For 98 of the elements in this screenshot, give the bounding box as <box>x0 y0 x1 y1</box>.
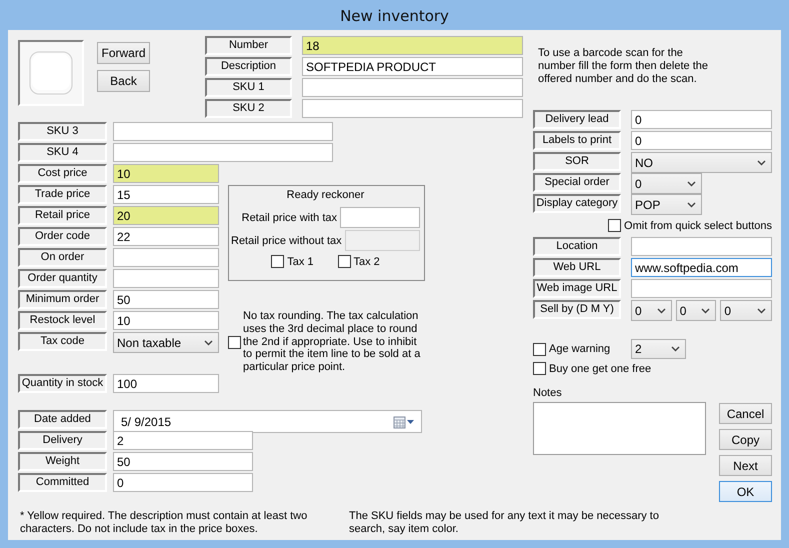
dropdown[interactable]: 0 <box>676 300 716 321</box>
panel-title: Ready reckoner <box>286 189 366 201</box>
field-label: Web URL <box>533 258 621 277</box>
field-label: Sell by (D M Y) <box>533 300 621 319</box>
field-label: Delivery lead <box>533 110 621 129</box>
rounded-square-icon <box>27 49 75 97</box>
input-field[interactable]: 22 <box>113 227 219 246</box>
input-field[interactable] <box>302 99 523 118</box>
action-button[interactable]: Next <box>719 455 772 476</box>
action-button[interactable]: Cancel <box>719 403 772 424</box>
field-label: Labels to print <box>533 131 621 150</box>
chevron-icon <box>671 346 680 352</box>
field-label: Quantity in stock <box>18 374 107 393</box>
dropdown[interactable]: 2 <box>631 339 686 359</box>
checkbox-label[interactable]: No tax rounding. The tax calculation uses the 3rd decimal place to round the 2nd if appropriate. Use to inhibit to permit the item line to be sold at a particular price point. <box>243 310 425 374</box>
input-field[interactable] <box>302 78 523 97</box>
field-label: Description <box>205 57 292 76</box>
input-field[interactable]: 10 <box>113 311 219 330</box>
checkbox[interactable] <box>533 342 546 356</box>
field-label: Number <box>205 36 292 55</box>
input-field[interactable]: SOFTPEDIA PRODUCT <box>302 57 523 76</box>
chevron-icon <box>656 308 666 314</box>
input-field[interactable] <box>113 143 333 162</box>
field-label: Order quantity <box>18 269 107 288</box>
footnote-text: The SKU fields may be used for any text it may be necessary to search, say item color. <box>349 510 660 536</box>
field-label: Web image URL <box>533 279 621 298</box>
checkbox-label[interactable]: Buy one get one free <box>549 362 652 374</box>
field-label: SOR <box>533 152 621 171</box>
checkbox-label[interactable]: Omit from quick select buttons <box>624 220 772 232</box>
dropdown[interactable]: Non taxable <box>113 332 219 353</box>
field-label: Delivery <box>18 431 107 450</box>
input-field[interactable] <box>113 269 219 288</box>
chevron-icon <box>701 308 710 314</box>
input-field[interactable]: 20 <box>113 206 219 225</box>
field-label: Retail price <box>18 206 107 225</box>
field-label: Tax code <box>18 332 107 351</box>
checkbox-label[interactable]: Tax 2 <box>354 256 380 268</box>
field-label: Weight <box>18 452 107 471</box>
checkbox[interactable] <box>608 219 622 232</box>
field-label: Restock level <box>18 311 107 330</box>
input-field[interactable] <box>631 279 772 298</box>
field-label: Order code <box>18 227 107 246</box>
checkbox[interactable] <box>271 255 284 268</box>
field-label: Minimum order <box>18 290 107 309</box>
field-label: Retail price with tax <box>242 212 337 224</box>
input-field[interactable]: 100 <box>113 374 219 393</box>
dropdown[interactable]: 0 <box>720 300 772 321</box>
field-label: Retail price without tax <box>231 234 342 246</box>
dropdown[interactable]: NO <box>631 152 772 173</box>
field-label: Display category <box>533 194 621 213</box>
dropdown[interactable]: POP <box>631 194 702 215</box>
field-label: Special order <box>533 173 621 192</box>
field-label: SKU 1 <box>205 78 292 97</box>
nav-button[interactable]: Back <box>97 70 150 92</box>
checkbox-label[interactable]: Age warning <box>549 343 610 355</box>
notes-field[interactable] <box>533 402 706 455</box>
nav-button[interactable]: Forward <box>97 42 150 64</box>
input-field[interactable]: 10 <box>113 164 219 183</box>
calendar-icon <box>393 414 415 428</box>
field-label: Committed <box>18 473 107 492</box>
chevron-icon <box>757 160 766 166</box>
checkbox-label[interactable]: Tax 1 <box>287 256 314 268</box>
dropdown[interactable]: 0 <box>631 173 702 194</box>
input-field[interactable] <box>340 207 420 228</box>
checkbox[interactable] <box>533 362 546 375</box>
action-button[interactable]: OK <box>719 481 772 502</box>
input-field[interactable]: 15 <box>113 185 219 204</box>
action-button[interactable]: Copy <box>719 429 772 450</box>
field-label: SKU 3 <box>18 122 107 141</box>
dropdown[interactable]: 0 <box>631 300 672 321</box>
date-picker[interactable]: 5/ 9/2015 <box>113 410 422 433</box>
field-label: SKU 2 <box>205 99 292 118</box>
input-field[interactable]: 0 <box>631 131 772 150</box>
field-label: Date added <box>18 410 107 429</box>
field-label: On order <box>18 248 107 267</box>
field-label: Location <box>533 237 621 256</box>
chevron-icon <box>687 180 696 186</box>
checkbox[interactable] <box>228 336 241 348</box>
input-field[interactable]: 50 <box>113 452 253 471</box>
input-field[interactable]: 18 <box>302 36 523 55</box>
field-label: Cost price <box>18 164 107 183</box>
field-label: SKU 4 <box>18 143 107 162</box>
input-field[interactable]: 2 <box>113 431 253 450</box>
chevron-icon <box>204 340 213 346</box>
checkbox[interactable] <box>338 255 350 268</box>
chevron-icon <box>757 308 766 314</box>
chevron-icon <box>687 202 696 208</box>
input-field[interactable] <box>631 237 772 256</box>
field-label: Trade price <box>18 185 107 204</box>
footnote-text: * Yellow required. The description must contain at least two characters. Do not include tax in the price boxes. <box>20 510 308 536</box>
input-field[interactable]: 0 <box>113 473 253 492</box>
input-field[interactable]: 0 <box>631 110 772 129</box>
input-field[interactable] <box>113 248 219 267</box>
input-field[interactable]: www.softpedia.com <box>631 258 772 277</box>
input-field[interactable] <box>113 122 333 141</box>
field-label: Notes <box>533 387 563 401</box>
input-field[interactable]: 50 <box>113 290 219 309</box>
hint-text: To use a barcode scan for the number fill the form then delete the offered number and do the scan. <box>538 47 709 87</box>
